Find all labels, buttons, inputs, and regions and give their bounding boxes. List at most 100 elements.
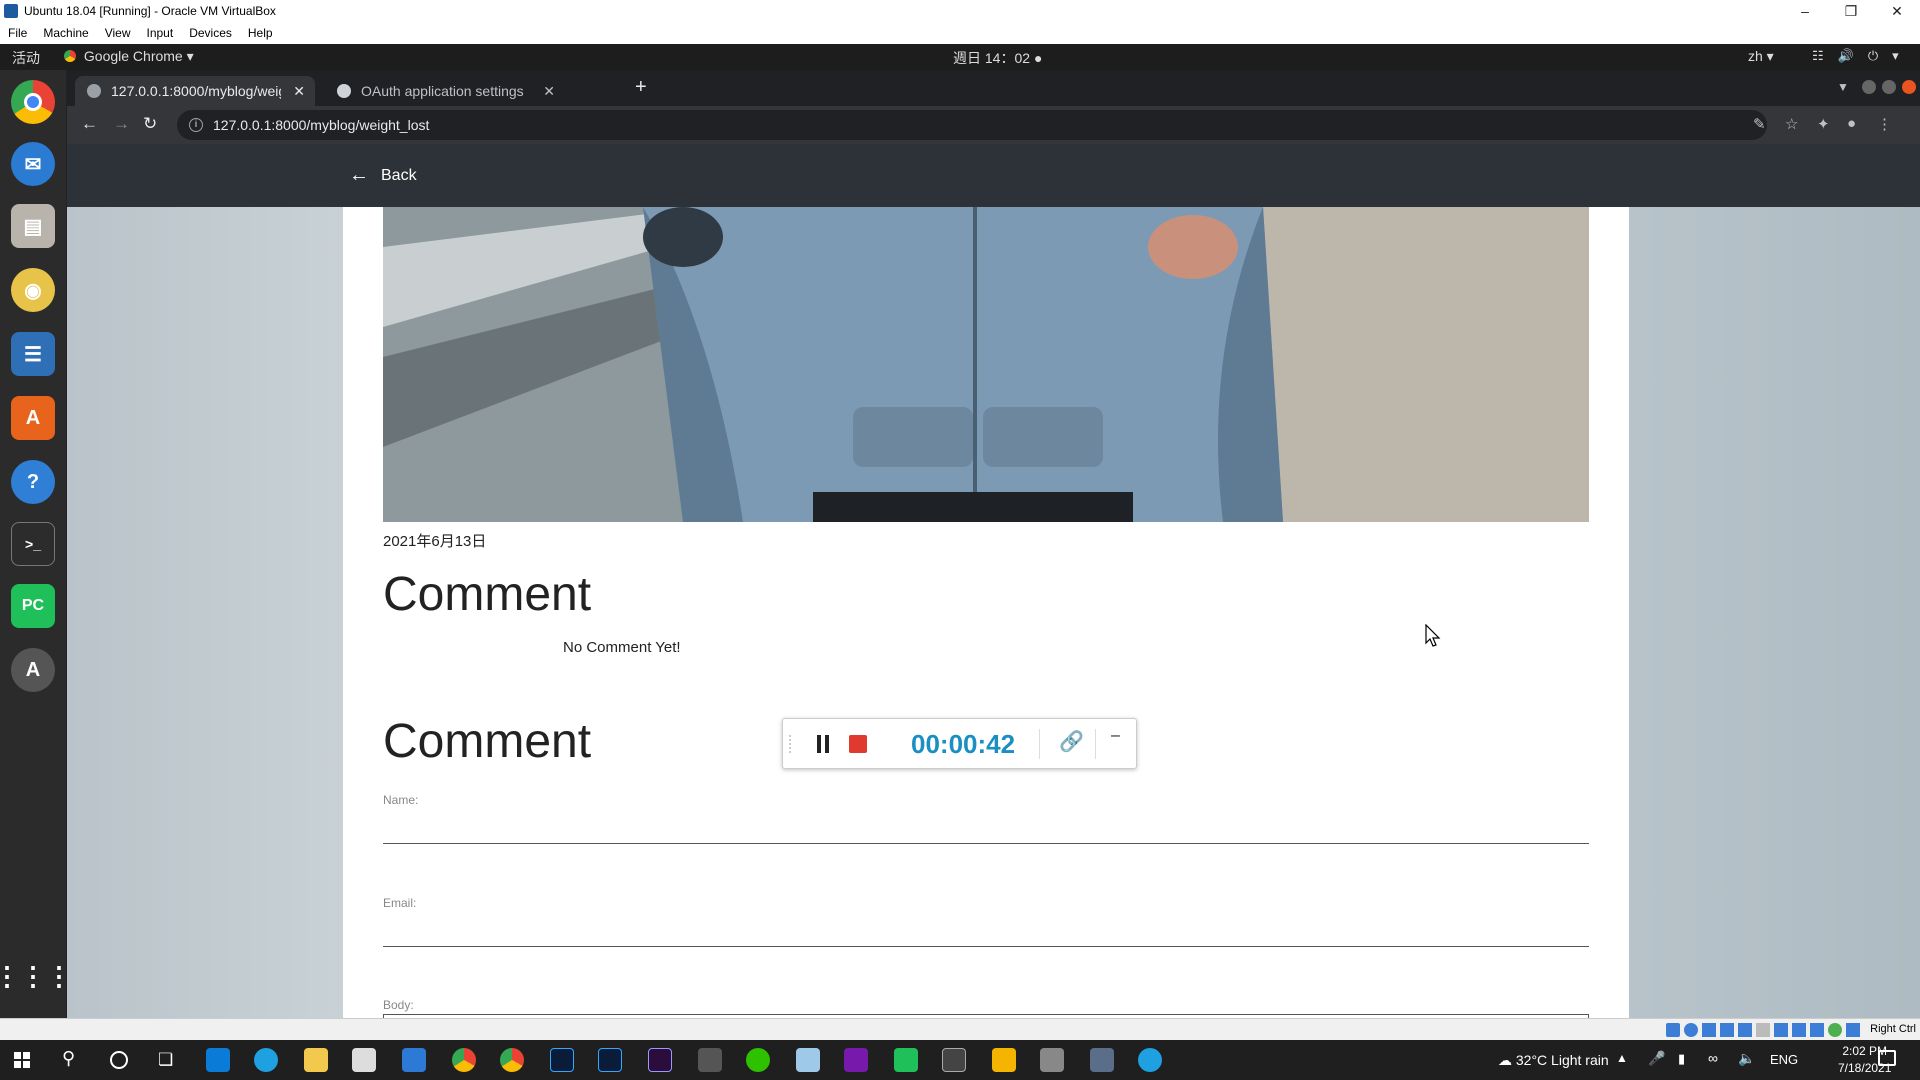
name-field[interactable] <box>383 843 1589 844</box>
recording-icon[interactable] <box>1792 1023 1806 1037</box>
cpu-icon[interactable] <box>1810 1023 1824 1037</box>
audio-icon[interactable] <box>1702 1023 1716 1037</box>
hdd-icon[interactable] <box>1666 1023 1680 1037</box>
tab-search-icon[interactable]: ▼ <box>1837 80 1849 94</box>
close-tab-icon[interactable]: ✕ <box>543 83 555 100</box>
shared-folder-icon[interactable] <box>1756 1023 1770 1037</box>
photoshop-icon[interactable] <box>550 1048 574 1072</box>
app-menu[interactable]: Google Chrome ▾ <box>64 48 194 65</box>
name-field-label: Name: <box>383 793 419 807</box>
dock-rhythmbox-icon[interactable]: ◉ <box>11 268 55 312</box>
input-language[interactable]: ENG <box>1770 1052 1798 1067</box>
menu-view[interactable]: View <box>105 26 131 40</box>
system-tray[interactable]: ☷ 🔊 ⏻ ▾ <box>1812 48 1899 64</box>
task-view-icon[interactable]: ❏ <box>158 1050 173 1070</box>
app-icon[interactable] <box>1090 1048 1114 1072</box>
tab-weight-lost[interactable]: 127.0.0.1:8000/myblog/weight_lost ✕ <box>75 76 315 106</box>
tray-overflow-icon[interactable]: ▲ <box>1616 1051 1628 1065</box>
reload-icon[interactable]: ↻ <box>143 114 157 134</box>
dock-chrome-icon[interactable] <box>11 80 55 124</box>
address-bar[interactable]: i 127.0.0.1:8000/myblog/weight_lost <box>177 110 1767 140</box>
dock-files-icon[interactable]: ▤ <box>11 204 55 248</box>
volume-icon[interactable]: 🔈 <box>1738 1050 1755 1067</box>
back-arrow-icon[interactable]: ← <box>81 114 98 134</box>
menu-machine[interactable]: Machine <box>43 26 88 40</box>
dock-pycharm-icon[interactable]: PC <box>11 584 55 628</box>
active-app-icon[interactable] <box>992 1048 1016 1072</box>
search-icon[interactable]: ⚲ <box>62 1048 75 1069</box>
menu-input[interactable]: Input <box>147 26 174 40</box>
pause-icon[interactable] <box>817 735 829 753</box>
pycharm-icon[interactable] <box>894 1048 918 1072</box>
info-icon[interactable]: i <box>189 118 203 132</box>
battery-icon[interactable]: ▮ <box>1678 1051 1685 1067</box>
taskbar-app-icon[interactable] <box>206 1048 230 1072</box>
close-tab-icon[interactable]: ✕ <box>293 83 305 100</box>
wechat-icon[interactable] <box>746 1048 770 1072</box>
app-icon[interactable] <box>1040 1048 1064 1072</box>
chrome-menu-icon[interactable]: ⋮ <box>1877 115 1892 133</box>
screen-recorder-widget: 00:00:42 🔗 – <box>782 718 1137 769</box>
minimize-icon[interactable]: – <box>1111 727 1120 745</box>
menu-file[interactable]: File <box>8 26 27 40</box>
display-icon[interactable] <box>1774 1023 1788 1037</box>
status-icons <box>1666 1023 1860 1037</box>
notifications-icon[interactable] <box>1878 1050 1896 1066</box>
microphone-icon[interactable]: 🎤 <box>1648 1050 1665 1067</box>
extensions-icon[interactable]: ✦ <box>1817 115 1830 133</box>
activities-button[interactable]: 活动 <box>12 48 40 68</box>
bookmark-star-icon[interactable]: ☆ <box>1785 115 1798 133</box>
app-icon[interactable] <box>698 1048 722 1072</box>
windows-start-icon[interactable] <box>14 1052 30 1068</box>
menu-devices[interactable]: Devices <box>189 26 232 40</box>
email-field[interactable] <box>383 946 1589 947</box>
maximize-icon[interactable] <box>1882 80 1896 94</box>
new-tab-button[interactable]: + <box>635 76 647 99</box>
virtualbox-3d-icon[interactable] <box>942 1048 966 1072</box>
close-icon[interactable] <box>1902 80 1916 94</box>
menu-help[interactable]: Help <box>248 26 273 40</box>
translate-icon[interactable]: ✎ <box>1753 115 1766 133</box>
wifi-icon[interactable]: ∞ <box>1708 1050 1718 1066</box>
mail-icon[interactable] <box>402 1048 426 1072</box>
forward-arrow-icon[interactable]: → <box>113 114 130 134</box>
usb-icon[interactable] <box>1738 1023 1752 1037</box>
edge-icon[interactable] <box>254 1048 278 1072</box>
dock-terminal-icon[interactable]: >_ <box>11 522 55 566</box>
blog-navbar: ← Back <box>67 144 1920 207</box>
lightroom-icon[interactable] <box>598 1048 622 1072</box>
dock-writer-icon[interactable]: ☰ <box>11 332 55 376</box>
minimize-icon[interactable] <box>1862 80 1876 94</box>
app-icon[interactable] <box>796 1048 820 1072</box>
file-explorer-icon[interactable] <box>304 1048 328 1072</box>
top-bar-clock[interactable]: 週日 14：02 ● <box>953 48 1042 68</box>
stop-icon[interactable] <box>849 735 867 753</box>
drag-handle-icon[interactable] <box>789 735 793 753</box>
input-method-menu[interactable]: zh ▾ <box>1748 48 1774 65</box>
onenote-icon[interactable] <box>844 1048 868 1072</box>
weather-widget[interactable]: ☁ 32°C Light rain <box>1498 1052 1609 1069</box>
app-icon[interactable] <box>1138 1048 1162 1072</box>
keyboard-icon[interactable] <box>1846 1023 1860 1037</box>
link-icon[interactable]: 🔗 <box>1059 729 1084 754</box>
dock-help-icon[interactable]: ? <box>11 460 55 504</box>
cortana-icon[interactable] <box>110 1051 128 1069</box>
network-icon[interactable] <box>1720 1023 1734 1037</box>
profile-icon[interactable]: ● <box>1847 115 1856 132</box>
back-link[interactable]: ← Back <box>349 164 417 187</box>
tab-oauth-settings[interactable]: OAuth application settings ✕ <box>325 76 565 106</box>
dock-thunderbird-icon[interactable]: ✉ <box>11 142 55 186</box>
optical-icon[interactable] <box>1684 1023 1698 1037</box>
dock-software-icon[interactable]: A <box>11 396 55 440</box>
store-icon[interactable] <box>352 1048 376 1072</box>
chrome-icon[interactable] <box>452 1048 476 1072</box>
restore-icon[interactable]: ❐ <box>1828 0 1874 22</box>
mouse-integration-icon[interactable] <box>1828 1023 1842 1037</box>
show-applications-icon[interactable]: ⋮⋮⋮ <box>0 954 72 998</box>
chrome-profile-icon[interactable] <box>500 1048 524 1072</box>
dock-updater-icon[interactable]: A <box>11 648 55 692</box>
minimize-icon[interactable]: – <box>1782 0 1828 22</box>
premiere-icon[interactable] <box>648 1048 672 1072</box>
cloud-rain-icon: ☁ <box>1498 1052 1512 1068</box>
close-icon[interactable]: ✕ <box>1874 0 1920 22</box>
